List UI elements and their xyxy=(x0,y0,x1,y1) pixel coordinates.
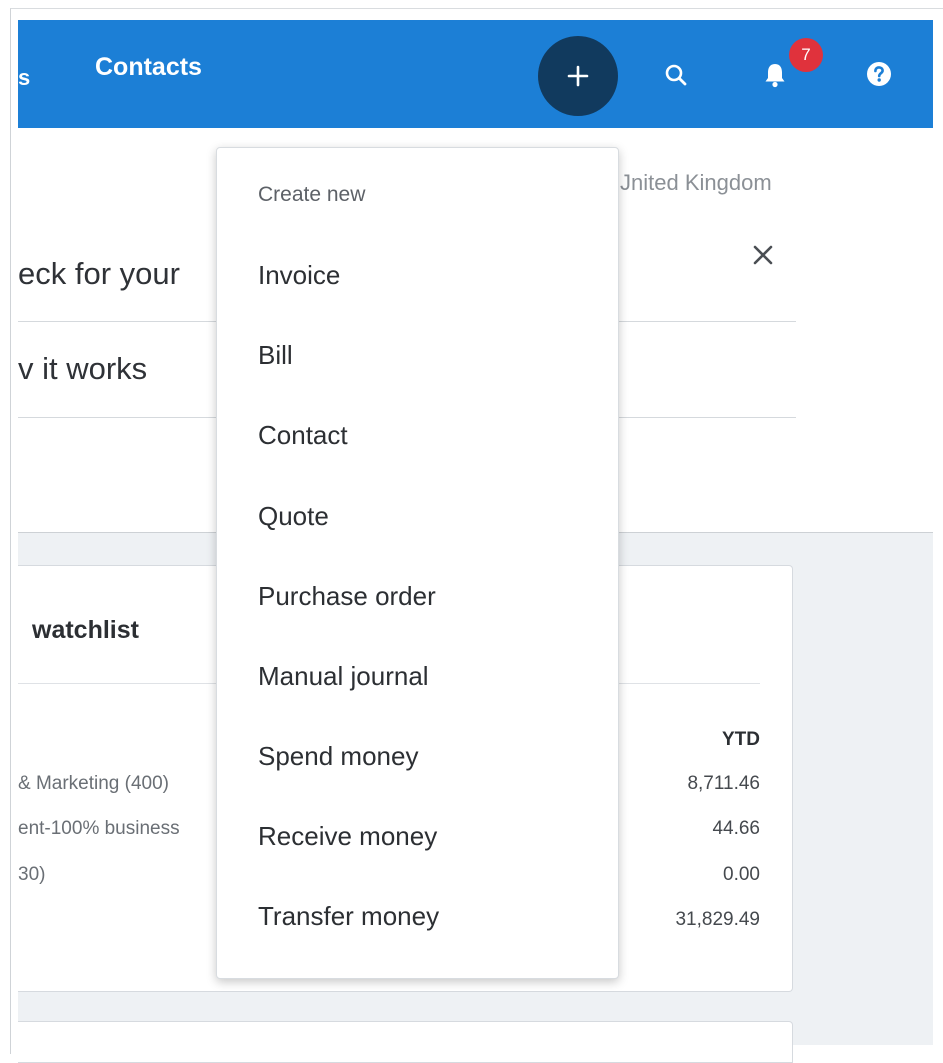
account-name[interactable]: 30) xyxy=(18,864,45,886)
create-new-menu: Create new Invoice Bill Contact Quote Pu… xyxy=(216,147,619,979)
account-name[interactable]: & Marketing (400) xyxy=(18,773,169,795)
account-name[interactable]: ent-100% business xyxy=(18,818,180,840)
bell-icon[interactable] xyxy=(760,60,790,90)
menu-heading: Create new xyxy=(258,183,366,206)
how-it-works-link[interactable]: v it works xyxy=(18,351,147,387)
help-icon[interactable] xyxy=(865,60,893,88)
close-icon[interactable] xyxy=(750,242,776,268)
organisation-country: Jnited Kingdom xyxy=(620,170,772,195)
plus-icon xyxy=(567,65,589,87)
menu-item-bill[interactable]: Bill xyxy=(258,340,293,371)
column-header-ytd: YTD xyxy=(722,729,760,750)
notification-badge: 7 xyxy=(789,38,823,72)
menu-item-invoice[interactable]: Invoice xyxy=(258,260,340,291)
menu-item-quote[interactable]: Quote xyxy=(258,501,329,532)
menu-item-manual-journal[interactable]: Manual journal xyxy=(258,661,429,692)
account-ytd-value: 31,829.49 xyxy=(675,909,760,930)
top-nav-bar: s Contacts 7 xyxy=(18,20,933,128)
menu-item-contact[interactable]: Contact xyxy=(258,420,348,451)
account-ytd-value: 0.00 xyxy=(723,864,760,885)
banner-text: eck for your xyxy=(18,256,180,291)
nav-item-clipped[interactable]: s xyxy=(18,65,30,91)
menu-item-receive-money[interactable]: Receive money xyxy=(258,821,437,852)
menu-item-transfer-money[interactable]: Transfer money xyxy=(258,901,439,932)
account-ytd-value: 44.66 xyxy=(712,818,760,839)
dashboard-card xyxy=(18,1021,793,1063)
account-ytd-value: 8,711.46 xyxy=(687,773,760,794)
menu-item-purchase-order[interactable]: Purchase order xyxy=(258,581,436,612)
card-title: watchlist xyxy=(32,616,139,644)
nav-item-contacts[interactable]: Contacts xyxy=(95,53,202,82)
create-new-button[interactable] xyxy=(538,36,618,116)
search-icon[interactable] xyxy=(663,62,689,88)
menu-item-spend-money[interactable]: Spend money xyxy=(258,741,418,772)
